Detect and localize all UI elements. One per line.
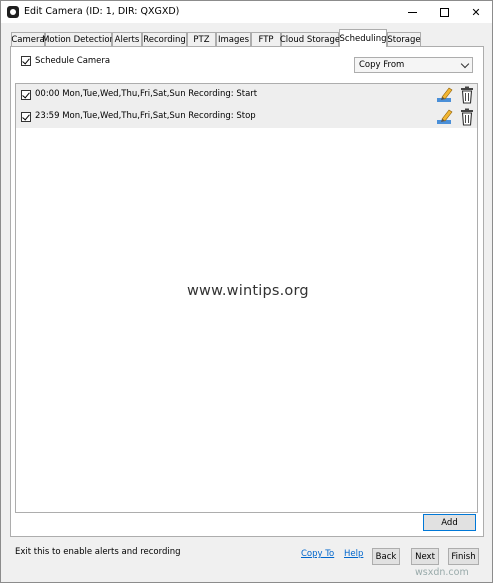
trash-icon[interactable] [460, 86, 474, 104]
schedule-camera-checkbox[interactable] [21, 56, 31, 66]
tab-ftp[interactable]: FTP [251, 32, 281, 46]
trash-icon[interactable] [460, 108, 474, 126]
add-button[interactable]: Add [423, 514, 476, 531]
tab-cloud-storage[interactable]: Cloud Storage [280, 32, 340, 46]
schedule-row-text: 23:59 Mon,Tue,Wed,Thu,Fri,Sat,Sun Record… [35, 111, 256, 121]
copy-from-dropdown[interactable]: Copy From [354, 57, 473, 73]
edit-camera-window: Edit Camera (ID: 1, DIR: QXGXD) ✕ Camera… [0, 0, 493, 583]
watermark-text: www.wintips.org [187, 283, 309, 299]
footer-hint: Exit this to enable alerts and recording [15, 547, 181, 557]
schedule-row-checkbox[interactable] [21, 112, 31, 122]
brand-watermark: wsxdn.com [415, 567, 469, 578]
schedule-row[interactable]: 23:59 Mon,Tue,Wed,Thu,Fri,Sat,Sun Record… [16, 106, 477, 128]
schedule-row-text: 00:00 Mon,Tue,Wed,Thu,Fri,Sat,Sun Record… [35, 89, 258, 99]
close-icon: ✕ [471, 5, 481, 19]
copy-from-value: Copy From [359, 60, 405, 70]
tab-images[interactable]: Images [216, 32, 251, 46]
tab-camera[interactable]: Camera [11, 32, 45, 46]
edit-icon[interactable] [436, 86, 454, 104]
tab-recording[interactable]: Recording [142, 32, 187, 46]
tab-alerts[interactable]: Alerts [112, 32, 142, 46]
window-title: Edit Camera (ID: 1, DIR: QXGXD) [24, 6, 180, 17]
schedule-row[interactable]: 00:00 Mon,Tue,Wed,Thu,Fri,Sat,Sun Record… [16, 84, 477, 106]
camera-app-icon [7, 6, 19, 18]
tab-storage[interactable]: Storage [387, 32, 421, 46]
maximize-button[interactable] [429, 1, 459, 23]
chevron-down-icon [460, 59, 470, 69]
copy-to-link[interactable]: Copy To [301, 549, 334, 559]
next-button[interactable]: Next [411, 548, 439, 565]
tab-motion-detection[interactable]: Motion Detection [42, 32, 115, 46]
minimize-button[interactable] [397, 1, 427, 23]
minimize-icon [407, 11, 417, 13]
back-button[interactable]: Back [372, 548, 400, 565]
help-link[interactable]: Help [344, 549, 363, 559]
close-button[interactable]: ✕ [461, 1, 491, 23]
schedule-row-checkbox[interactable] [21, 90, 31, 100]
edit-icon[interactable] [436, 108, 454, 126]
tab-scheduling[interactable]: Scheduling [339, 29, 387, 47]
schedule-camera-label: Schedule Camera [35, 56, 111, 66]
tab-ptz[interactable]: PTZ [187, 32, 216, 46]
maximize-icon [439, 7, 449, 17]
title-bar: Edit Camera (ID: 1, DIR: QXGXD) ✕ [1, 1, 492, 23]
finish-button[interactable]: Finish [448, 548, 479, 565]
